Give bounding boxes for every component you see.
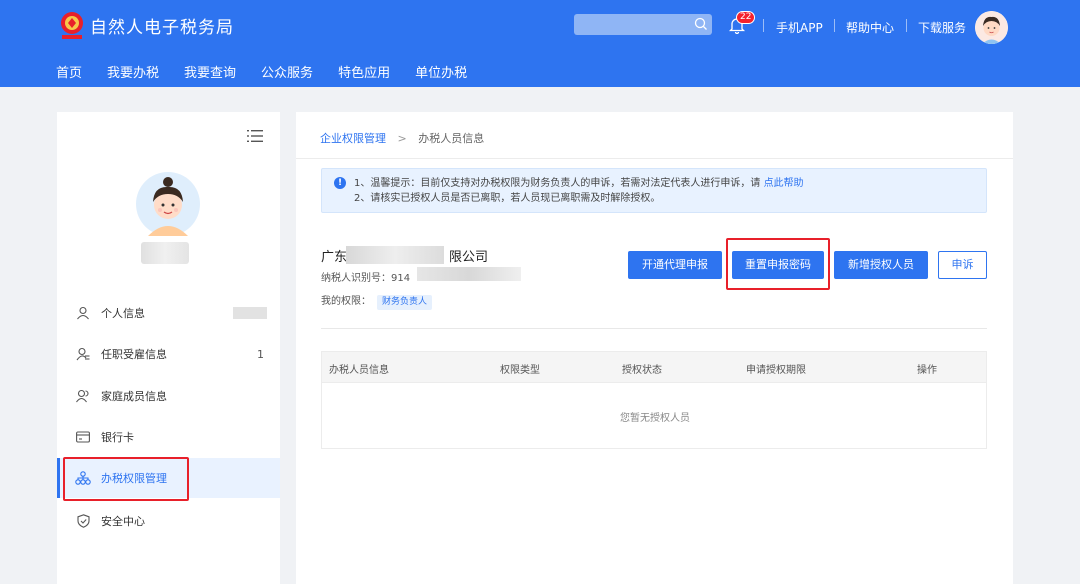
redacted-company <box>346 246 444 264</box>
nav-unit-tax[interactable]: 单位办税 <box>415 62 467 81</box>
help-center-link[interactable]: 帮助中心 <box>846 19 894 36</box>
sidebar-item-label: 家庭成员信息 <box>101 390 167 403</box>
column-header: 授权状态 <box>622 365 662 376</box>
company-name-suffix: 限公司 <box>449 250 489 265</box>
divider <box>321 328 987 329</box>
user-list-icon <box>75 346 91 362</box>
column-header: 权限类型 <box>500 365 540 376</box>
tax-id: 纳税人识别号：914 <box>321 273 411 284</box>
sidebar-item-personal-info[interactable]: 个人信息 <box>57 293 280 333</box>
table-header: 办税人员信息 权限类型 授权状态 申请授权期限 操作 <box>322 352 986 383</box>
notice-box: ! 1、温馨提示：目前仅支持对办税权限为财务负责人的申诉，若需对法定代表人进行申… <box>321 168 987 213</box>
main-panel: 企业权限管理 > 办税人员信息 ! 1、温馨提示：目前仅支持对办税权限为财务负责… <box>296 112 1013 584</box>
site-title[interactable]: 自然人电子税务局 <box>90 13 234 38</box>
profile-name-redacted <box>141 242 189 264</box>
sidebar-item-label: 银行卡 <box>101 431 134 444</box>
appeal-button[interactable]: 申诉 <box>938 251 987 279</box>
separator <box>834 19 835 32</box>
breadcrumb: 企业权限管理 > 办税人员信息 <box>320 130 484 146</box>
user-avatar[interactable] <box>975 11 1008 44</box>
bank-card-icon <box>75 429 91 445</box>
employment-count: 1 <box>257 347 264 361</box>
chevron-right-icon: > <box>397 132 407 145</box>
my-permission: 我的权限： 财务负责人 <box>321 292 433 310</box>
notice-line-1: 1、温馨提示：目前仅支持对办税权限为财务负责人的申诉，若需对法定代表人进行申诉，… <box>336 176 986 191</box>
notification-badge: 22 <box>736 11 756 24</box>
profile-avatar <box>136 172 200 236</box>
highlight-box-sidebar <box>63 457 189 501</box>
tax-emblem-icon <box>61 12 83 39</box>
notice-text: 1、温馨提示：目前仅支持对办税权限为财务负责人的申诉，若需对法定代表人进行申诉，… <box>354 178 761 189</box>
nav-featured-apps[interactable]: 特色应用 <box>338 62 390 81</box>
breadcrumb-parent[interactable]: 企业权限管理 <box>320 132 386 145</box>
mobile-app-link[interactable]: 手机APP <box>776 19 823 36</box>
search-icon[interactable] <box>694 17 708 31</box>
authorized-persons-table: 办税人员信息 权限类型 授权状态 申请授权期限 操作 您暂无授权人员 <box>321 351 987 449</box>
sidebar-item-family[interactable]: 家庭成员信息 <box>57 376 280 416</box>
redacted-value <box>233 307 267 319</box>
nav-handle-tax[interactable]: 我要办税 <box>107 62 159 81</box>
nav-home[interactable]: 首页 <box>56 62 82 81</box>
top-header: 自然人电子税务局 22 手机APP 帮助中心 下载服务 首页 我要办税 我要查询… <box>0 0 1080 87</box>
sidebar-item-bank-card[interactable]: 银行卡 <box>57 417 280 457</box>
help-link[interactable]: 点此帮助 <box>764 178 804 189</box>
permission-label: 我的权限： <box>321 296 371 307</box>
sidebar: 个人信息 任职受雇信息 1 家庭成员信息 银行卡 办税权限管理 安全中心 <box>57 112 280 584</box>
permission-tag: 财务负责人 <box>377 295 433 310</box>
notice-line-2: 2、请核实已授权人员是否已离职，若人员现已离职需及时解除授权。 <box>354 193 661 204</box>
column-header: 办税人员信息 <box>329 365 389 376</box>
sidebar-item-security[interactable]: 安全中心 <box>57 501 280 541</box>
download-link[interactable]: 下载服务 <box>918 19 966 36</box>
divider <box>296 158 1013 159</box>
main-nav: 首页 我要办税 我要查询 公众服务 特色应用 单位办税 <box>56 62 492 81</box>
avatar-icon <box>975 11 1008 44</box>
column-header: 申请授权期限 <box>746 365 806 376</box>
breadcrumb-current: 办税人员信息 <box>418 132 485 145</box>
shield-icon <box>75 513 91 529</box>
nav-public-service[interactable]: 公众服务 <box>261 62 313 81</box>
separator <box>763 19 764 32</box>
info-icon: ! <box>334 177 346 189</box>
user-icon <box>75 305 91 321</box>
separator <box>906 19 907 32</box>
add-person-button[interactable]: 新增授权人员 <box>834 251 928 279</box>
open-agent-button[interactable]: 开通代理申报 <box>628 251 722 279</box>
sidebar-item-label: 安全中心 <box>101 515 145 528</box>
sidebar-item-label: 任职受雇信息 <box>101 348 167 361</box>
company-name-prefix: 广东 <box>321 250 348 265</box>
family-icon <box>75 388 91 404</box>
menu-collapse-icon[interactable] <box>247 129 263 143</box>
empty-state: 您暂无授权人员 <box>620 413 690 424</box>
redacted-tax-id <box>417 267 521 281</box>
highlight-box-reset <box>726 238 830 290</box>
search-input[interactable] <box>574 14 712 35</box>
sidebar-item-label: 个人信息 <box>101 307 145 320</box>
column-header: 操作 <box>917 365 937 376</box>
sidebar-item-employment[interactable]: 任职受雇信息 1 <box>57 334 280 374</box>
nav-query[interactable]: 我要查询 <box>184 62 236 81</box>
